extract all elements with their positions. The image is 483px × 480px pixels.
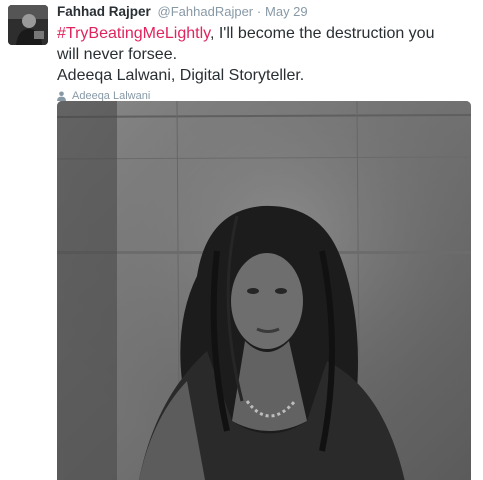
author-fullname[interactable]: Fahhad Rajper bbox=[57, 4, 151, 19]
hashtag-link[interactable]: #TryBeatingMeLightly bbox=[57, 25, 210, 42]
portrait-photo bbox=[57, 101, 471, 480]
tweet: Fahhad Rajper @FahhadRajper · May 29 #Tr… bbox=[0, 0, 483, 480]
author-username[interactable]: @FahhadRajper bbox=[158, 4, 254, 19]
tweet-text-line2: Adeeqa Lalwani, Digital Storyteller. bbox=[57, 67, 305, 84]
tweet-text: #TryBeatingMeLightly, I'll become the de… bbox=[57, 23, 457, 86]
tweet-timestamp[interactable]: May 29 bbox=[265, 4, 308, 19]
person-icon bbox=[57, 91, 66, 101]
user-avatar-photo-icon bbox=[8, 5, 48, 45]
tweet-content: Fahhad Rajper @FahhadRajper · May 29 #Tr… bbox=[57, 3, 475, 103]
header-separator: · bbox=[256, 4, 262, 19]
author-avatar[interactable] bbox=[8, 5, 48, 45]
tweet-photo[interactable] bbox=[57, 101, 471, 480]
tweet-header: Fahhad Rajper @FahhadRajper · May 29 bbox=[57, 3, 475, 21]
